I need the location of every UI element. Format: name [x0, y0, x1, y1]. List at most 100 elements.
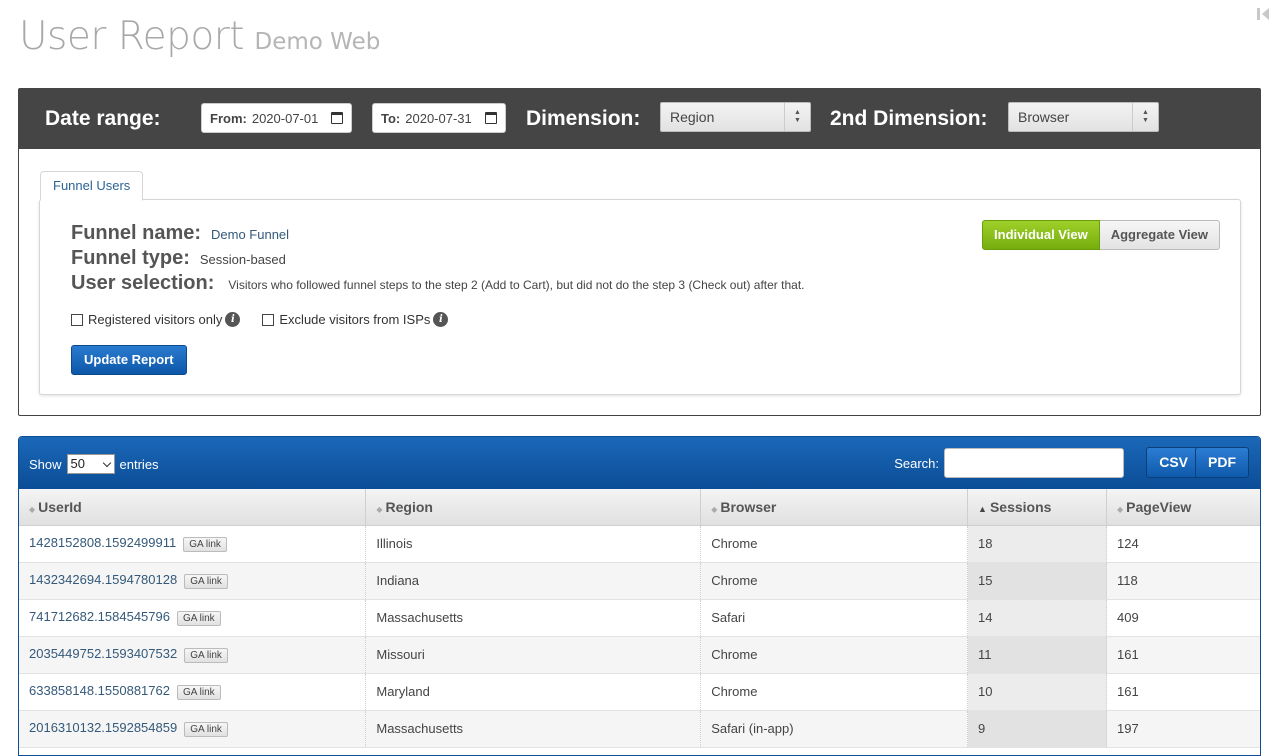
table-row: 2016310132.1592854859 GA link Massachusett…: [19, 710, 1260, 748]
date-from-input[interactable]: From: 2020-07-01: [201, 103, 352, 133]
dimension2-label: 2nd Dimension:: [830, 107, 988, 130]
cell-region: Massachusetts: [365, 710, 702, 748]
exclude-isps-checkbox[interactable]: [262, 313, 275, 326]
table-toolbar: Show 50 entries Search: CSV PDF: [19, 437, 1260, 489]
column-header-userid[interactable]: ◆ UserId: [19, 489, 367, 526]
entries-label: entries: [119, 456, 159, 472]
userid-link[interactable]: 1428152808.1592499911: [29, 535, 176, 550]
dimension-value: Region: [670, 109, 715, 125]
column-header-pageview[interactable]: ◆ PageView: [1106, 489, 1260, 526]
calendar-icon[interactable]: [485, 112, 497, 124]
userid-link[interactable]: 741712682.1584545796: [29, 609, 170, 624]
tab-funnel-users[interactable]: Funnel Users: [40, 171, 144, 201]
show-label: Show: [29, 456, 62, 472]
cell-pageview: 118: [1106, 562, 1260, 600]
date-to-label: To:: [381, 110, 401, 126]
date-to-input[interactable]: To: 2020-07-31: [372, 103, 506, 133]
user-selection-value: Visitors who followed funnel steps to th…: [228, 278, 805, 292]
cell-sessions: 15: [967, 562, 1107, 600]
ga-link-button[interactable]: GA link: [176, 611, 221, 626]
funnel-type-value: Session-based: [199, 252, 286, 267]
csv-button[interactable]: CSV: [1146, 447, 1201, 478]
info-icon[interactable]: i: [433, 312, 449, 327]
cell-userid: 2016310132.1592854859 GA link: [19, 710, 367, 748]
funnel-name-row: Funnel name: Demo Funnel: [71, 222, 289, 245]
pdf-button[interactable]: PDF: [1195, 447, 1249, 478]
cell-sessions: 9: [967, 710, 1107, 748]
results-panel: Show 50 entries Search: CSV PDF ◆ UserId …: [18, 436, 1261, 756]
aggregate-view-button[interactable]: Aggregate View: [1099, 220, 1220, 250]
table-row: 1428152808.1592499911 GA link Illinois Chro…: [19, 525, 1260, 563]
dimension-select[interactable]: Region ▲ ▼: [660, 102, 811, 132]
sort-icon: ◆: [1117, 504, 1124, 514]
filter-bar: Date range: From: 2020-07-01 To: 2020-07…: [19, 89, 1260, 149]
table-row: 741712682.1584545796 GA link Massachusetts…: [19, 599, 1260, 637]
filter-panel: Date range: From: 2020-07-01 To: 2020-07…: [18, 88, 1261, 416]
search-input[interactable]: [944, 448, 1124, 478]
date-to-value: 2020-07-31: [405, 110, 472, 126]
userid-link[interactable]: 633858148.1550881762: [29, 683, 170, 698]
cell-browser: Chrome: [700, 673, 969, 711]
table-row: 1432342694.1594780128 GA link Indiana Chrom…: [19, 562, 1260, 600]
page-title: User Report: [19, 14, 245, 59]
cell-sessions: 11: [967, 636, 1107, 674]
userid-link[interactable]: 1432342694.1594780128: [29, 572, 177, 587]
cell-region: Missouri: [365, 636, 702, 674]
column-header-browser[interactable]: ◆ Browser: [700, 489, 969, 526]
ga-link-button[interactable]: GA link: [183, 537, 227, 552]
cell-pageview: 161: [1106, 636, 1260, 674]
page-length-control: Show 50 entries: [29, 454, 159, 474]
cell-sessions: 10: [967, 673, 1107, 711]
date-range-label: Date range:: [45, 107, 161, 130]
userid-link[interactable]: 2035449752.1593407532: [29, 646, 177, 661]
cell-userid: 633858148.1550881762 GA link: [19, 673, 367, 711]
exclude-isps-label: Exclude visitors from ISPs: [279, 312, 431, 327]
table-header-row: ◆ UserId ◆ Region ◆ Browser ▲ Sessions ◆ Page…: [19, 489, 1260, 526]
cell-browser: Chrome: [700, 636, 969, 674]
cell-browser: Safari: [700, 599, 969, 637]
info-icon[interactable]: i: [225, 312, 241, 327]
cell-userid: 1432342694.1594780128 GA link: [19, 562, 367, 600]
user-selection-row: User selection: Visitors who followed fun…: [71, 272, 805, 295]
funnel-type-label: Funnel type:: [71, 247, 190, 269]
ga-link-button[interactable]: GA link: [176, 685, 221, 700]
view-toggle: Individual View Aggregate View: [982, 220, 1220, 250]
select-arrows-icon: ▲ ▼: [1132, 103, 1158, 131]
registered-only-checkbox[interactable]: [71, 313, 83, 326]
collapse-panel-icon[interactable]: [1255, 6, 1271, 22]
cell-pageview: 409: [1106, 599, 1260, 637]
search-control: Search:: [894, 448, 1124, 478]
date-from-label: From:: [210, 110, 247, 126]
page-length-select[interactable]: 50: [66, 454, 115, 474]
cell-sessions: 14: [967, 599, 1107, 637]
userid-link[interactable]: 2016310132.1592854859: [29, 720, 177, 735]
cell-region: Indiana: [365, 562, 702, 600]
cell-browser: Chrome: [700, 562, 969, 600]
cell-region: Maryland: [365, 673, 702, 711]
visitor-filters: Registered visitors only i Exclude visit…: [71, 312, 449, 327]
cell-pageview: 197: [1106, 710, 1260, 748]
dimension2-select[interactable]: Browser ▲ ▼: [1008, 102, 1159, 132]
ga-link-button[interactable]: GA link: [184, 648, 228, 663]
funnel-details: Funnel name: Demo Funnel Funnel type: Sess…: [39, 199, 1241, 395]
registered-only-label: Registered visitors only: [88, 312, 223, 327]
date-from-value: 2020-07-01: [251, 110, 319, 126]
sort-icon: ◆: [711, 504, 718, 514]
user-selection-label: User selection:: [71, 272, 215, 294]
ga-link-button[interactable]: GA link: [184, 722, 228, 737]
cell-browser: Chrome: [700, 525, 969, 563]
cell-userid: 741712682.1584545796 GA link: [19, 599, 367, 637]
individual-view-button[interactable]: Individual View: [982, 220, 1100, 250]
cell-userid: 1428152808.1592499911 GA link: [19, 525, 367, 563]
funnel-type-row: Funnel type: Session-based: [71, 247, 286, 270]
cell-pageview: 124: [1106, 525, 1260, 563]
calendar-icon[interactable]: [331, 112, 343, 124]
page-header: User Report Demo Web: [19, 14, 380, 64]
dimension2-value: Browser: [1018, 109, 1070, 125]
ga-link-button[interactable]: GA link: [184, 574, 228, 589]
dimension-label: Dimension:: [526, 107, 641, 130]
update-report-button[interactable]: Update Report: [71, 345, 187, 375]
column-header-region[interactable]: ◆ Region: [365, 489, 702, 526]
cell-browser: Safari (in-app): [700, 710, 969, 748]
column-header-sessions[interactable]: ▲ Sessions: [967, 489, 1107, 526]
